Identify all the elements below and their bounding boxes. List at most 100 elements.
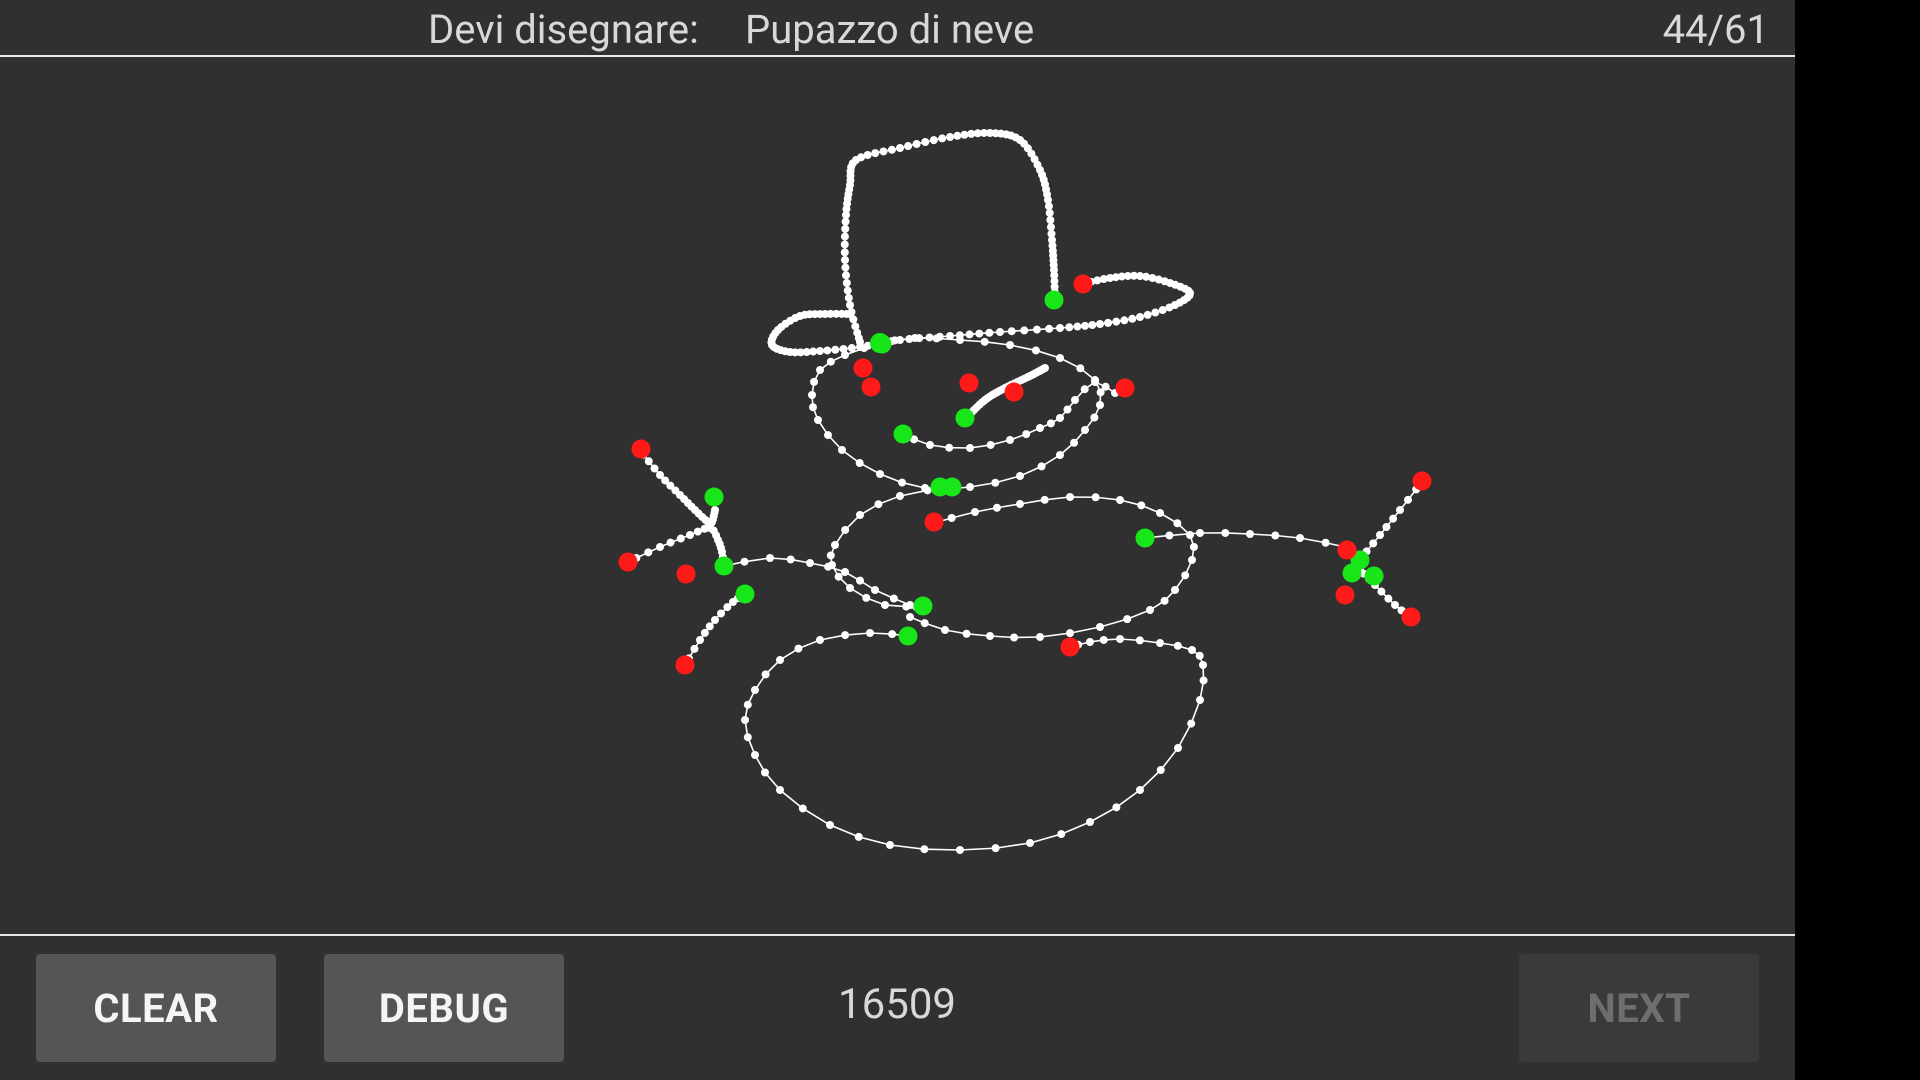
hat-brim-stroke-point — [1007, 327, 1016, 336]
stroke-start-marker — [1342, 563, 1362, 583]
head-inner-stroke-point — [1022, 430, 1031, 439]
bottom-body-stroke-point — [1135, 636, 1144, 645]
hat-crown-stroke-point — [840, 248, 849, 257]
hat-brim-stroke-point — [985, 328, 994, 337]
head-stroke-point — [1016, 472, 1024, 480]
right-hand-lower-stroke-point — [1391, 601, 1399, 609]
stroke-end-marker — [618, 552, 638, 572]
bottom-body-stroke-point — [1199, 661, 1207, 669]
left-arm-stroke-point — [766, 554, 774, 562]
head-inner-stroke-point — [945, 443, 954, 452]
header-bar: Devi disegnare: Pupazzo di neve 44/61 — [0, 0, 1795, 57]
right-hand-upper-stroke-point — [1376, 531, 1384, 539]
left-arm-stroke-point — [806, 559, 814, 567]
left-hand-mid-stroke-point — [656, 543, 664, 551]
stroke-start-marker — [735, 584, 755, 604]
hat-crown-stroke-point — [887, 145, 896, 154]
hat-brim-stroke-point — [1080, 321, 1089, 330]
stroke-end-marker — [853, 358, 873, 378]
hat-brim-stroke-point — [946, 332, 954, 340]
stroke-start-marker — [714, 556, 734, 576]
stroke-start-marker — [942, 477, 962, 497]
bottom-body-stroke-point — [1195, 651, 1204, 660]
drawing-canvas[interactable] — [0, 59, 1795, 934]
head-stroke-point — [1096, 401, 1104, 409]
bottom-body-stroke-point — [1156, 766, 1165, 774]
bottom-body-stroke-point — [841, 631, 850, 640]
hat-brim-stroke-point — [1056, 324, 1064, 332]
hat-crown-stroke-point — [842, 279, 851, 287]
body-left-stroke-point — [881, 601, 889, 609]
bottom-body-stroke-point — [743, 733, 752, 742]
body-main-stroke-point — [920, 619, 929, 628]
hat-brim-stroke-point — [1020, 326, 1029, 335]
bottom-body-stroke-point — [920, 845, 929, 854]
body-main-stroke-point — [1186, 531, 1194, 539]
hat-crown-stroke-point — [841, 224, 850, 233]
head-stroke-point — [1081, 426, 1089, 434]
stroke-start-marker — [913, 596, 933, 616]
head-stroke-point — [876, 470, 884, 478]
body-left-stroke-point — [923, 486, 932, 495]
body-main-stroke-point — [1160, 596, 1169, 605]
hat-brim-stroke-point — [1112, 317, 1121, 326]
hat-brim-stroke-point — [846, 310, 854, 318]
hat-brim-stroke-point — [925, 333, 934, 342]
right-hand-upper-stroke-point — [1389, 514, 1398, 523]
clear-button[interactable]: CLEAR — [36, 954, 276, 1062]
hat-crown-stroke-point — [846, 301, 854, 309]
hat-crown-stroke-point — [953, 131, 962, 140]
head-inner-stroke-point — [966, 444, 974, 452]
head-stroke-point — [980, 337, 989, 346]
body-main-stroke-point — [986, 632, 994, 640]
stroke-end-marker — [675, 655, 695, 675]
stroke-end-marker — [959, 373, 979, 393]
body-main-stroke-point — [1016, 500, 1024, 508]
body-main-stroke-point — [1010, 633, 1019, 642]
stroke-end-marker — [1073, 274, 1093, 294]
hat-brim-stroke-point — [1128, 314, 1137, 323]
head-stroke-point — [932, 334, 941, 343]
stroke-end-marker — [1401, 607, 1421, 627]
hat-crown-stroke-point — [1046, 216, 1055, 224]
body-main-stroke-point — [1036, 633, 1044, 641]
head-stroke-point — [1076, 364, 1085, 373]
hat-brim-stroke-point — [1151, 308, 1160, 317]
head-stroke-point — [1006, 341, 1014, 349]
bottom-body-stroke-point — [1086, 818, 1094, 826]
bottom-body-stroke-point — [776, 786, 784, 794]
hat-crown-stroke-point — [841, 263, 850, 272]
body-left-stroke-point — [846, 584, 854, 592]
head-stroke-point — [991, 478, 1000, 487]
bottom-body-stroke-point — [1057, 830, 1066, 839]
bottom-body-stroke-point — [1188, 646, 1196, 654]
head-stroke-point — [855, 459, 864, 467]
hat-crown-stroke-point — [843, 286, 852, 295]
head-inner-stroke-point — [1080, 385, 1089, 394]
debug-button[interactable]: DEBUG — [324, 954, 564, 1062]
head-stroke-point — [1090, 413, 1099, 422]
body-main-stroke-point — [947, 514, 956, 522]
left-arm-stroke-point — [786, 555, 795, 564]
stroke-start-marker — [1364, 566, 1384, 586]
bottom-body-stroke-point — [761, 768, 769, 777]
head-stroke-point — [1070, 438, 1079, 447]
hat-crown-stroke-point — [938, 134, 947, 143]
hat-brim-stroke-point — [996, 328, 1004, 336]
head-inner-stroke-point — [1063, 405, 1072, 414]
next-button[interactable]: NEXT — [1519, 954, 1759, 1062]
bottom-body-stroke-point — [956, 846, 964, 854]
bottom-body-stroke-point — [1026, 839, 1034, 847]
stroke-start-marker — [1135, 528, 1155, 548]
left-arm-stroke-point — [841, 568, 849, 576]
bottom-body-stroke-point — [816, 636, 824, 644]
hat-brim-stroke-point — [823, 346, 832, 355]
left-hand-mid-stroke-point — [686, 531, 694, 539]
bottom-body-stroke-point — [751, 686, 759, 694]
left-hand-upper-stroke-point — [650, 464, 659, 473]
stroke-end-marker — [1412, 471, 1432, 491]
head-inner-stroke-point — [926, 441, 934, 449]
left-hand-lower-stroke-point — [690, 644, 699, 653]
body-left-stroke-point — [874, 500, 883, 509]
head-inner-stroke-point — [1006, 436, 1014, 444]
